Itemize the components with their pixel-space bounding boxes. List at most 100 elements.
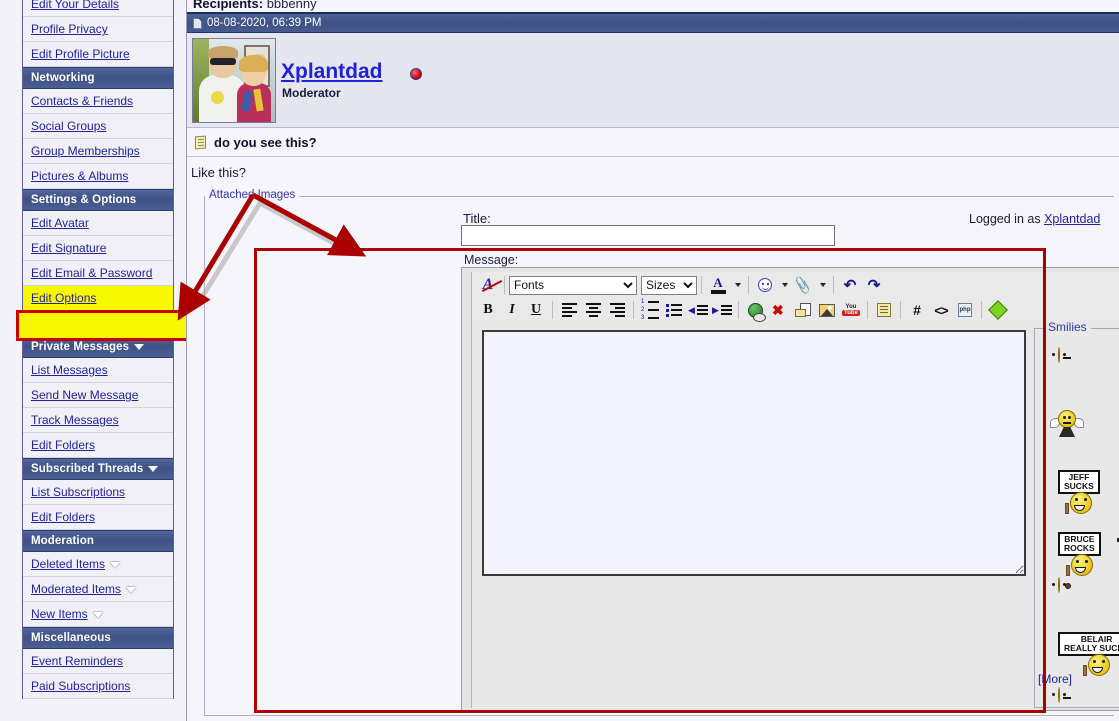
sidebar-item-list-subscriptions[interactable]: List Subscriptions	[23, 480, 173, 505]
font-color-dropdown-icon[interactable]	[731, 275, 743, 296]
sidebar-item-label: New Items	[31, 607, 88, 621]
sidebar-item-group-memberships[interactable]: Group Memberships	[23, 139, 173, 164]
insert-code-icon[interactable]: <>	[930, 300, 952, 321]
author-username-link[interactable]: Xplantdad	[281, 60, 383, 84]
sidebar-item-new-items[interactable]: New Items	[23, 602, 173, 627]
sidebar-item-contacts-friends[interactable]: Contacts & Friends	[23, 89, 173, 114]
sidebar-item-label: Group Memberships	[31, 144, 140, 158]
align-right-icon[interactable]	[606, 300, 628, 321]
sidebar-item-social-groups[interactable]: Social Groups	[23, 114, 173, 139]
message-editor: A Fonts Sizes A 📎 ↶ ↷ B I U 1 2 3 ◀ ▶ ✖ …	[461, 267, 1119, 711]
sidebar-item-event-reminders[interactable]: Event Reminders	[23, 649, 173, 674]
attachment-dropdown-icon[interactable]	[816, 275, 828, 296]
sidebar-header-subscribed-threads[interactable]: Subscribed Threads	[23, 458, 173, 480]
undo-icon[interactable]: ↶	[839, 275, 861, 296]
sidebar-item-edit-your-details[interactable]: Edit Your Details	[23, 0, 173, 17]
sidebar-header-label: Moderation	[31, 535, 94, 547]
toolbar-separator	[633, 301, 634, 319]
smilie-smirk[interactable]	[1052, 687, 1071, 703]
smilie-jeff-sucks[interactable]: JEFF SUCKS	[1058, 470, 1100, 514]
smilie-bruce-rocks[interactable]: BRUCE ROCKS	[1058, 532, 1101, 576]
insert-email-icon[interactable]	[792, 300, 814, 321]
redo-icon[interactable]: ↷	[863, 275, 885, 296]
logged-in-status: Logged in as Xplantdad	[969, 212, 1100, 226]
sidebar-item-label: Send New Message	[31, 388, 139, 402]
sidebar-item-edit-folders-subs[interactable]: Edit Folders	[23, 505, 173, 530]
unordered-list-icon[interactable]	[663, 300, 685, 321]
font-color-icon[interactable]: A	[707, 275, 729, 296]
sidebar-item-edit-folders-pm[interactable]: Edit Folders	[23, 433, 173, 458]
toolbar-separator	[748, 276, 749, 294]
avatar[interactable]	[192, 38, 276, 123]
insert-quote-icon[interactable]	[873, 300, 895, 321]
chevron-down-icon[interactable]	[148, 465, 159, 472]
sidebar-item-edit-profile-picture[interactable]: Edit Profile Picture	[23, 42, 173, 67]
smilie-angel-body	[1050, 410, 1084, 437]
sidebar-item-edit-email-password[interactable]: Edit Email & Password	[23, 261, 173, 286]
smilie-sad-small[interactable]	[1052, 577, 1071, 593]
logged-in-username-link[interactable]: Xplantdad	[1044, 212, 1100, 226]
smilie-dropdown-icon[interactable]	[778, 275, 790, 296]
sidebar-item-edit-signature[interactable]: Edit Signature	[23, 236, 173, 261]
insert-gallery-icon[interactable]	[987, 300, 1009, 321]
sidebar-header-label: Subscribed Threads	[31, 463, 144, 475]
insert-link-icon[interactable]	[744, 300, 766, 322]
sidebar-item-edit-avatar[interactable]: Edit Avatar	[23, 211, 173, 236]
sidebar-item-list-messages[interactable]: List Messages	[23, 358, 173, 383]
chevron-down-icon[interactable]	[126, 586, 137, 593]
message-textarea[interactable]	[482, 330, 1026, 576]
chevron-down-icon[interactable]	[92, 611, 103, 618]
insert-youtube-icon[interactable]: You Tube	[840, 300, 862, 321]
font-family-select[interactable]: Fonts	[509, 275, 637, 295]
toolbar-separator	[504, 276, 505, 294]
attachment-icon[interactable]: 📎	[792, 275, 814, 296]
chevron-down-icon[interactable]	[134, 343, 145, 350]
bold-icon[interactable]: B	[477, 300, 499, 321]
smilie-confused[interactable]	[1052, 347, 1071, 363]
sidebar-header-label: Miscellaneous	[31, 632, 111, 644]
indent-icon[interactable]: ▶	[711, 300, 733, 321]
smilies-more-link[interactable]: [More]	[1038, 672, 1072, 686]
underline-icon[interactable]: U	[525, 300, 547, 321]
smilie-sign-text: BELAIR REALLY SUCKS	[1058, 632, 1119, 656]
sidebar-item-paid-subscriptions[interactable]: Paid Subscriptions	[23, 674, 173, 699]
editor-inner: A Fonts Sizes A 📎 ↶ ↷ B I U 1 2 3 ◀ ▶ ✖ …	[471, 272, 1119, 708]
edit-options-highlight-fill	[19, 313, 189, 338]
sidebar-item-pictures-albums[interactable]: Pictures & Albums	[23, 164, 173, 189]
outdent-icon[interactable]: ◀	[687, 300, 709, 321]
author-usertitle: Moderator	[282, 86, 341, 100]
align-left-icon[interactable]	[558, 300, 580, 321]
ordered-list-icon[interactable]: 123	[639, 299, 661, 321]
align-center-icon[interactable]	[582, 300, 604, 321]
smilie-angel[interactable]	[1050, 410, 1084, 437]
insert-highlight-icon[interactable]: #	[906, 300, 928, 321]
italic-icon[interactable]: I	[501, 300, 523, 321]
remove-formatting-icon[interactable]: A	[477, 275, 499, 296]
sidebar-item-edit-options[interactable]: Edit Options	[23, 286, 173, 311]
sidebar-item-label: Profile Privacy	[31, 22, 108, 36]
title-input[interactable]	[461, 225, 835, 246]
font-size-select[interactable]: Sizes	[641, 275, 697, 295]
toolbar-separator	[738, 301, 739, 319]
like-this-text: Like this?	[191, 165, 246, 180]
sidebar-header-private-messages[interactable]: Private Messages	[23, 336, 173, 358]
smilie-belair-really-sucks[interactable]: BELAIR REALLY SUCKS	[1058, 632, 1119, 676]
sidebar-item-label: Social Groups	[31, 119, 107, 133]
smilie-sign-pole	[1065, 564, 1070, 576]
sidebar-item-deleted-items[interactable]: Deleted Items	[23, 552, 173, 577]
smilie-sign-text: JEFF SUCKS	[1058, 470, 1100, 494]
sidebar-item-track-messages[interactable]: Track Messages	[23, 408, 173, 433]
remove-link-icon[interactable]: ✖	[768, 300, 790, 321]
insert-php-icon[interactable]: php	[954, 300, 976, 321]
sidebar-item-send-new-message[interactable]: Send New Message	[23, 383, 173, 408]
post-subject: do you see this?	[214, 135, 317, 150]
sidebar-item-moderated-items[interactable]: Moderated Items	[23, 577, 173, 602]
toolbar-separator	[867, 301, 868, 319]
smilie-picker-icon[interactable]	[754, 275, 776, 296]
smilies-legend: Smilies	[1044, 320, 1091, 334]
sidebar: Edit Your Details Profile Privacy Edit Pro…	[0, 0, 192, 721]
insert-image-icon[interactable]	[816, 300, 838, 321]
chevron-down-icon[interactable]	[110, 561, 121, 568]
sidebar-item-profile-privacy[interactable]: Profile Privacy	[23, 17, 173, 42]
sidebar-item-label: Deleted Items	[31, 557, 106, 571]
